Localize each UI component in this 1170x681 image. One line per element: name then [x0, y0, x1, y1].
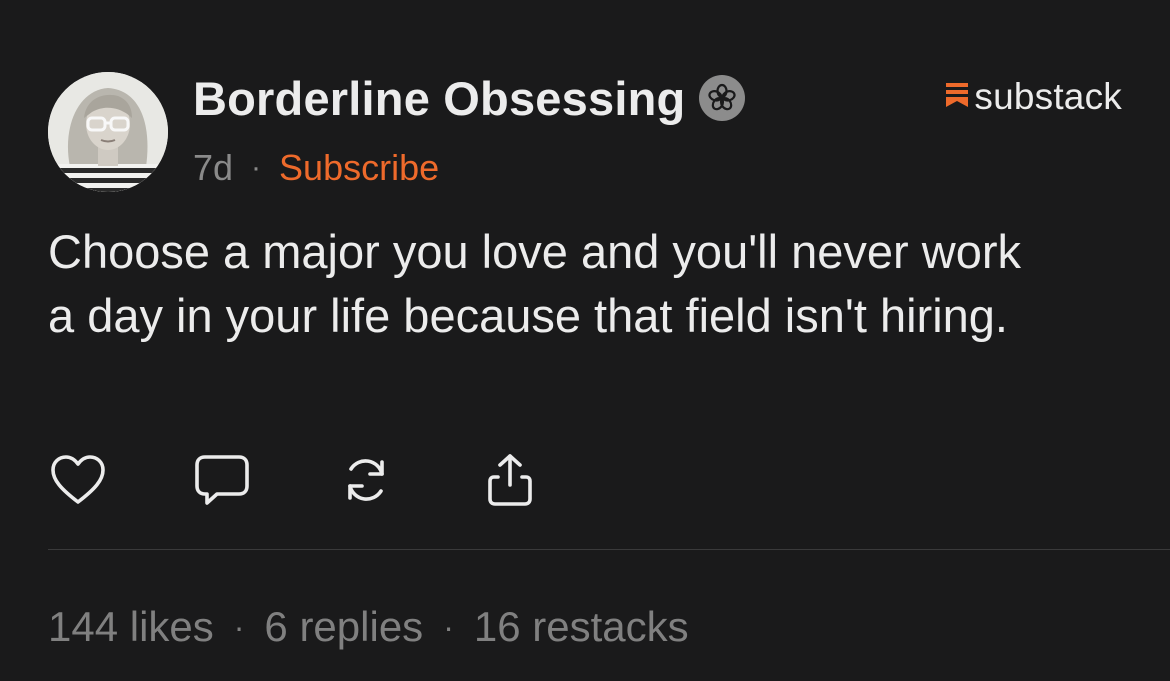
- reply-button[interactable]: [192, 450, 252, 510]
- share-icon: [488, 454, 532, 506]
- author-avatar[interactable]: [48, 72, 168, 192]
- post-stats: 144 likes · 6 replies · 16 restacks: [48, 600, 689, 654]
- post-actions: [48, 450, 624, 510]
- restacks-count[interactable]: 16 restacks: [474, 603, 689, 651]
- substack-icon: [946, 82, 969, 112]
- replies-count[interactable]: 6 replies: [264, 603, 423, 651]
- post-header: Borderline Obsessing: [193, 70, 746, 126]
- verified-badge-icon: [699, 75, 746, 121]
- stats-separator: ·: [233, 608, 245, 645]
- subscribe-button[interactable]: Subscribe: [279, 147, 439, 189]
- post-meta: 7d · Subscribe: [193, 146, 439, 190]
- post-age: 7d: [193, 147, 234, 188]
- meta-separator: ·: [251, 151, 262, 184]
- author-name[interactable]: Borderline Obsessing: [193, 71, 685, 126]
- heart-icon: [51, 455, 105, 504]
- stats-separator: ·: [443, 608, 454, 645]
- post-body: Choose a major you love and you'll never…: [48, 225, 1021, 342]
- divider: [48, 549, 1170, 550]
- share-button[interactable]: [480, 450, 540, 510]
- restack-icon: [348, 459, 384, 501]
- brand-name: substack: [974, 76, 1122, 117]
- comment-icon: [195, 455, 249, 505]
- like-button[interactable]: [48, 450, 108, 510]
- substack-logo[interactable]: substack: [946, 76, 1122, 118]
- likes-count[interactable]: 144 likes: [48, 603, 214, 651]
- restack-button[interactable]: [336, 450, 396, 510]
